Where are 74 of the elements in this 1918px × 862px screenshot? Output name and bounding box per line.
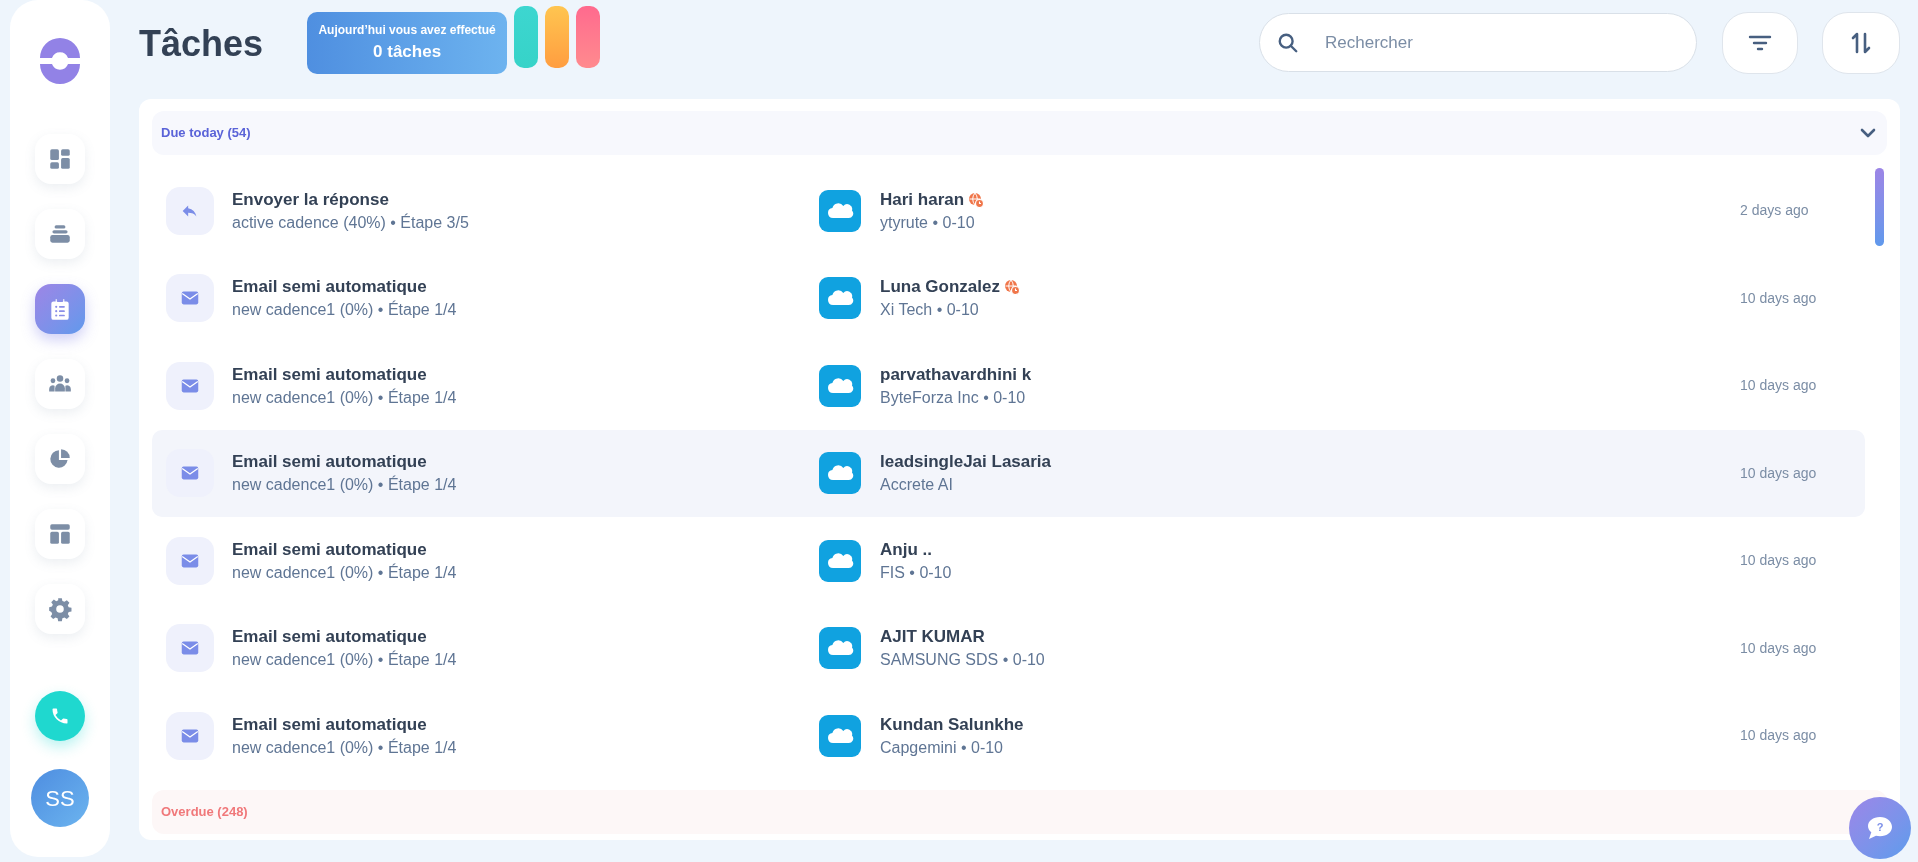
sidebar-nav-button[interactable] [35, 209, 85, 259]
sidebar-nav-button[interactable] [35, 359, 85, 409]
layout-icon [47, 521, 73, 547]
color-tab[interactable] [514, 5, 539, 68]
task-title: Email semi automatique [232, 538, 428, 561]
task-subtitle: new cadence1 (0%) • Étape 1/4 [232, 299, 458, 321]
summary-caption: Aujourd’hui vous avez effectué [318, 21, 496, 39]
time-ago: 10 days ago [1740, 638, 1817, 658]
contact-name[interactable]: Hari haran [880, 187, 965, 212]
company-text: Capgemini • 0-10 [880, 737, 1004, 758]
cloud-logo-icon [819, 627, 861, 670]
sidebar-nav-button[interactable] [35, 509, 85, 559]
task-title: Email semi automatique [232, 626, 428, 649]
contact-name[interactable]: leadsingleJai Lasaria [880, 450, 1052, 475]
cloud-logo-icon [819, 364, 861, 407]
company-text: Xi Tech • 0-10 [880, 300, 980, 321]
company-text: Accrete AI [880, 475, 954, 496]
contact-name[interactable]: AJIT KUMAR [880, 625, 985, 650]
group-label: Overdue (248) [161, 802, 248, 821]
sort-button[interactable] [1822, 11, 1900, 74]
filter-icon [1748, 33, 1772, 52]
time-ago: 10 days ago [1740, 288, 1817, 308]
task-title: Email semi automatique [232, 276, 428, 299]
group-header[interactable]: Due today (54) [152, 111, 1887, 155]
task-subtitle: new cadence1 (0%) • Étape 1/4 [232, 649, 458, 671]
task-subtitle: new cadence1 (0%) • Étape 1/4 [232, 737, 458, 758]
time-ago: 10 days ago [1740, 463, 1817, 483]
sort-icon [1850, 30, 1872, 55]
cloud-logo-icon [819, 714, 861, 757]
group-label: Due today (54) [161, 124, 251, 143]
sidebar-nav-button[interactable] [35, 134, 85, 184]
company-text: ByteForza Inc • 0-10 [880, 387, 1027, 408]
settings-icon [47, 596, 73, 622]
contact-name[interactable]: parvathavardhini k [880, 362, 1032, 387]
chevron-down-icon[interactable] [1860, 128, 1876, 138]
summary-count: 0 tâches [373, 40, 442, 63]
contact-name[interactable]: Kundan Salunkhe [880, 712, 1024, 737]
app-logo[interactable] [37, 38, 83, 84]
cloud-logo-icon [819, 189, 861, 232]
page-title: Tâches [139, 21, 264, 66]
contact-name[interactable]: Luna Gonzalez [880, 275, 1000, 300]
contact-name[interactable]: Anju .. [880, 537, 932, 562]
time-ago: 10 days ago [1740, 376, 1817, 396]
color-tab[interactable] [576, 5, 601, 68]
task-title: Email semi automatique [232, 451, 428, 474]
cloud-logo-icon [819, 539, 861, 582]
sidebar-nav-button[interactable] [35, 434, 85, 484]
scrollbar-thumb[interactable] [1875, 168, 1884, 246]
time-ago: 10 days ago [1740, 726, 1817, 746]
task-subtitle: new cadence1 (0%) • Étape 1/4 [232, 562, 458, 583]
task-title: Email semi automatique [232, 363, 428, 386]
search-input[interactable]: Rechercher [1325, 29, 1696, 56]
color-tab[interactable] [545, 5, 570, 68]
dashboard-icon [47, 146, 73, 172]
call-button[interactable] [35, 691, 85, 741]
search-icon [1277, 31, 1299, 54]
task-title: Email semi automatique [232, 713, 428, 736]
help-icon: ? [1865, 815, 1895, 841]
time-ago: 10 days ago [1740, 551, 1817, 571]
sidebar-nav-button[interactable] [35, 584, 85, 634]
task-subtitle: active cadence (40%) • Étape 3/5 [232, 212, 470, 233]
search-field[interactable]: Rechercher [1259, 13, 1697, 72]
cloud-logo-icon [819, 277, 861, 320]
task-subtitle: new cadence1 (0%) • Étape 1/4 [232, 387, 458, 408]
task-subtitle: new cadence1 (0%) • Étape 1/4 [232, 474, 458, 496]
phone-icon [50, 706, 70, 726]
time-ago: 2 days ago [1740, 201, 1809, 221]
company-text: SAMSUNG SDS • 0-10 [880, 650, 1046, 671]
cloud-logo-icon [819, 452, 861, 495]
company-text: FIS • 0-10 [880, 562, 953, 583]
sidebar-nav-button[interactable] [35, 284, 85, 334]
task-title: Envoyer la réponse [232, 188, 390, 211]
task-row[interactable]: Email semi automatique new cadence1 (0%) • Étape 1/4 leadsingleJai Lasaria Accrete AI 10 days ago [152, 429, 1865, 517]
company-text: ytyrute • 0-10 [880, 212, 976, 233]
